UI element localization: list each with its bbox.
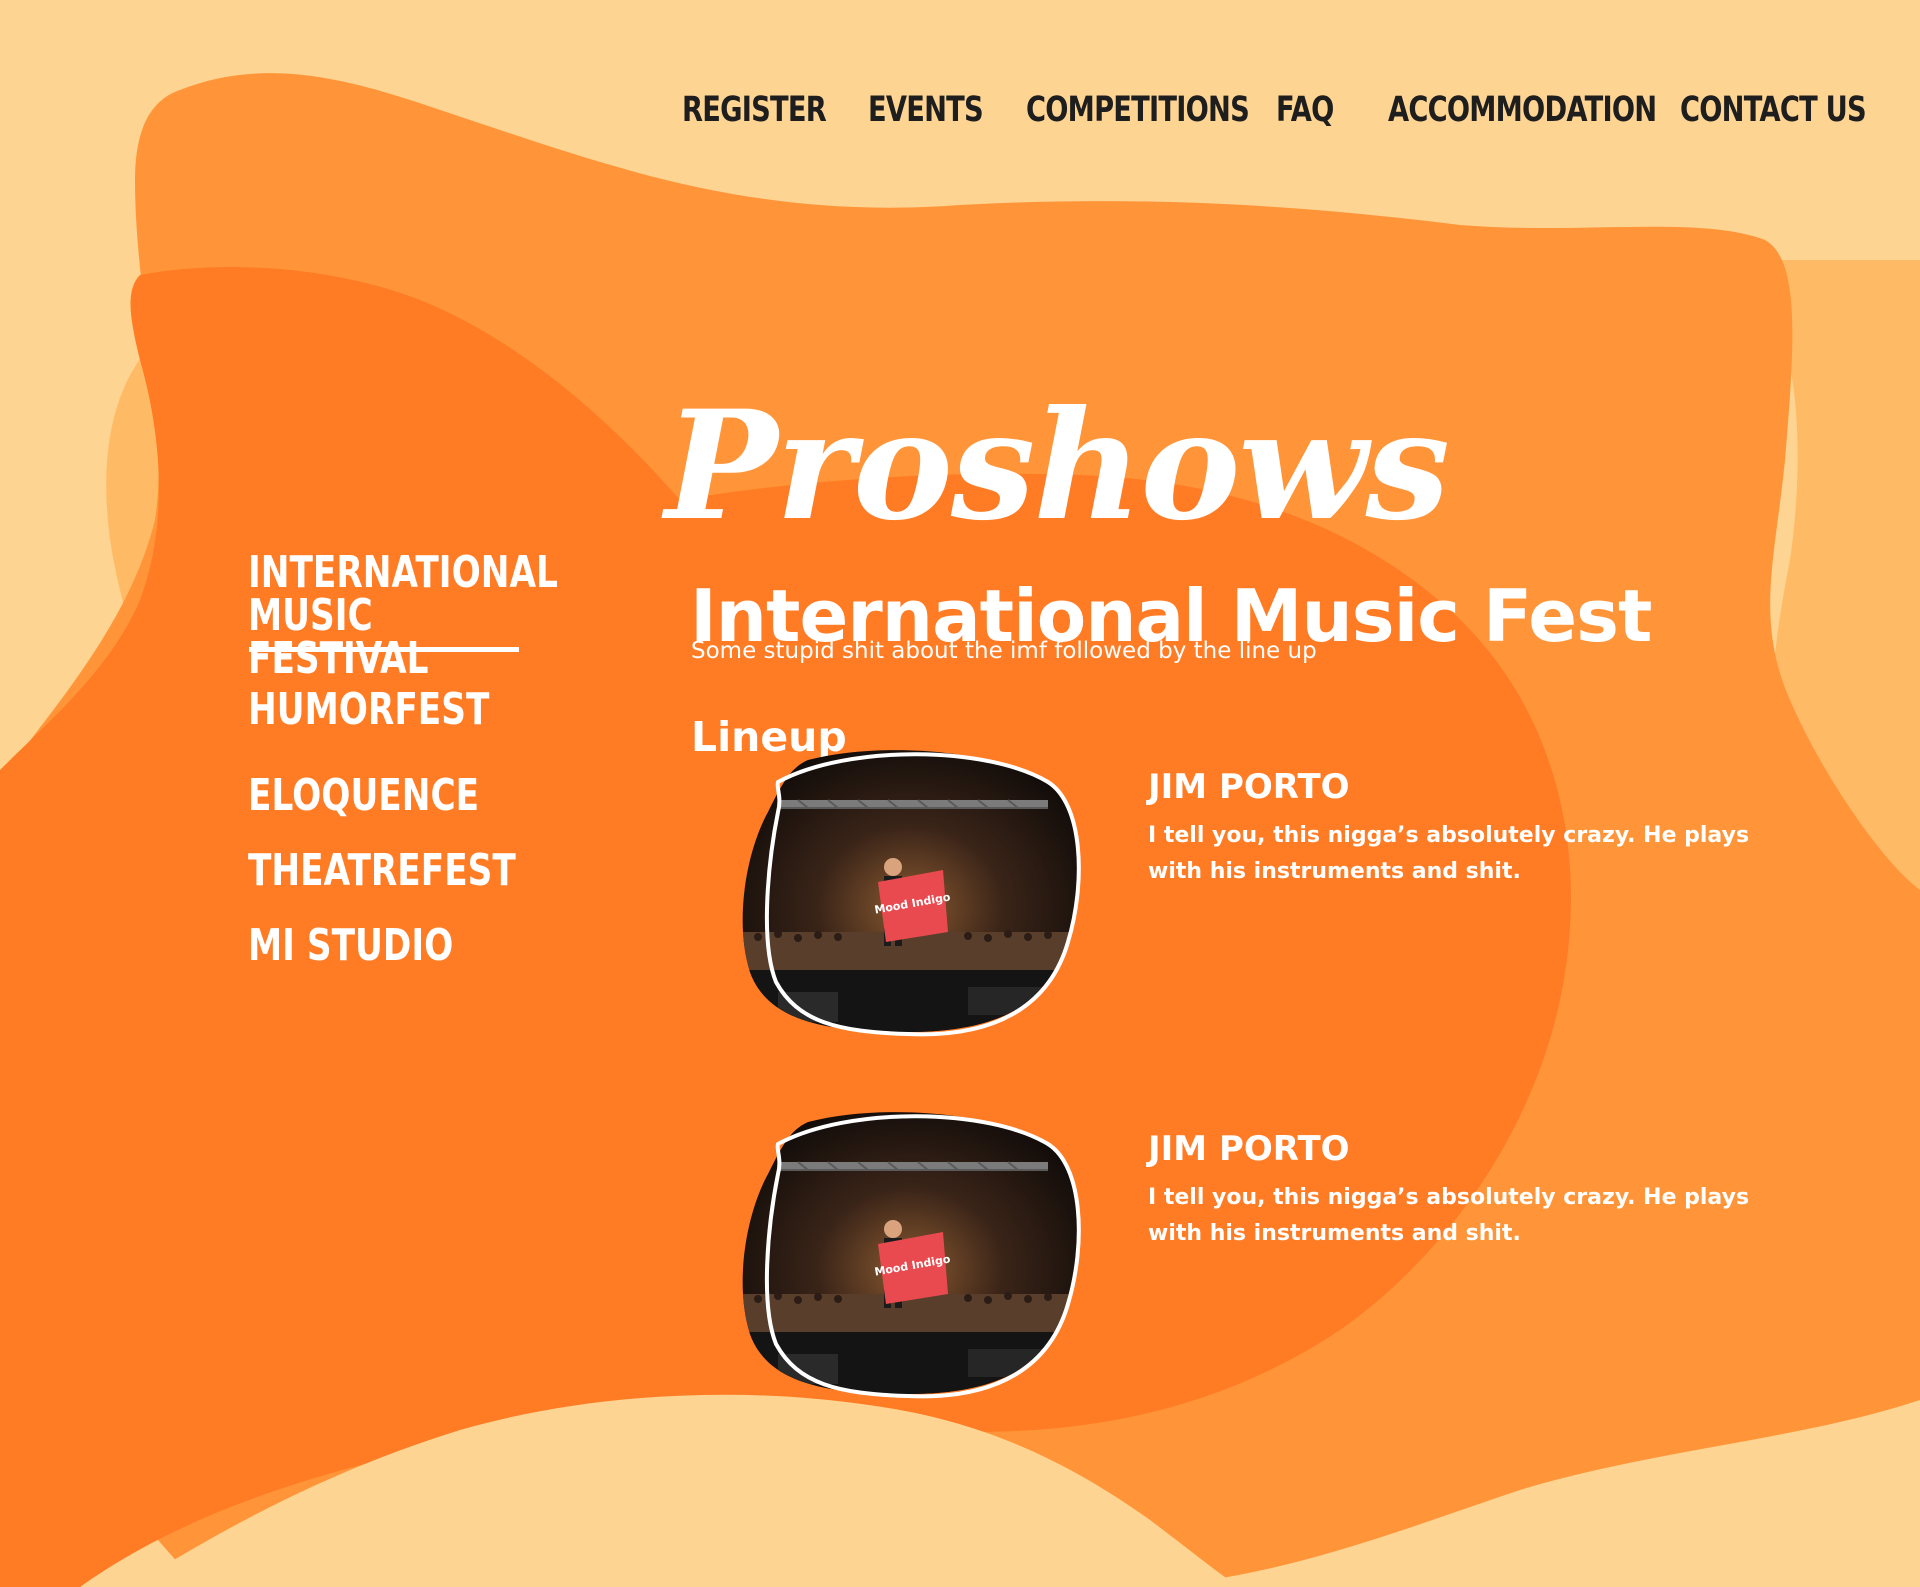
sidebar-item-humorfest[interactable]: HUMORFEST xyxy=(248,688,489,732)
artist-card: Mood Indigo JIM PORTO I tell you, this n… xyxy=(738,1104,1798,1404)
top-nav: REGISTER EVENTS COMPETITIONS FAQ ACCOMMO… xyxy=(0,0,1920,220)
artist-description: I tell you, this nigga’s absolutely craz… xyxy=(1148,1185,1750,1246)
artist-card: Mood Indigo JIM PORTO I tell you, this n… xyxy=(738,742,1798,1042)
nav-accommodation[interactable]: ACCOMMODATION xyxy=(1388,88,1657,132)
artist-name: JIM PORTO xyxy=(1148,1129,1350,1169)
section-subtitle: Some stupid shit about the imf followed … xyxy=(691,638,1317,664)
sidebar-item-mi-studio[interactable]: MI STUDIO xyxy=(248,924,453,968)
artist-name: JIM PORTO xyxy=(1148,767,1350,807)
nav-contact-us[interactable]: CONTACT US xyxy=(1680,88,1867,132)
sidebar-active-underline xyxy=(249,647,519,652)
nav-faq[interactable]: FAQ xyxy=(1276,88,1334,132)
artist-description: I tell you, this nigga’s absolutely craz… xyxy=(1148,823,1750,884)
nav-events[interactable]: EVENTS xyxy=(868,88,984,132)
sidebar-item-eloquence[interactable]: ELOQUENCE xyxy=(248,774,479,818)
nav-register[interactable]: REGISTER xyxy=(682,88,827,132)
proshows-heading: Proshows xyxy=(665,377,1450,554)
artist-photo[interactable]: Mood Indigo xyxy=(738,1104,1083,1404)
sidebar-item-theatrefest[interactable]: THEATREFEST xyxy=(248,849,516,893)
artist-photo[interactable]: Mood Indigo xyxy=(738,742,1083,1042)
sidebar-item-international-music-festival[interactable]: INTERNATIONAL MUSIC FESTIVAL xyxy=(248,551,558,681)
nav-competitions[interactable]: COMPETITIONS xyxy=(1026,88,1250,132)
